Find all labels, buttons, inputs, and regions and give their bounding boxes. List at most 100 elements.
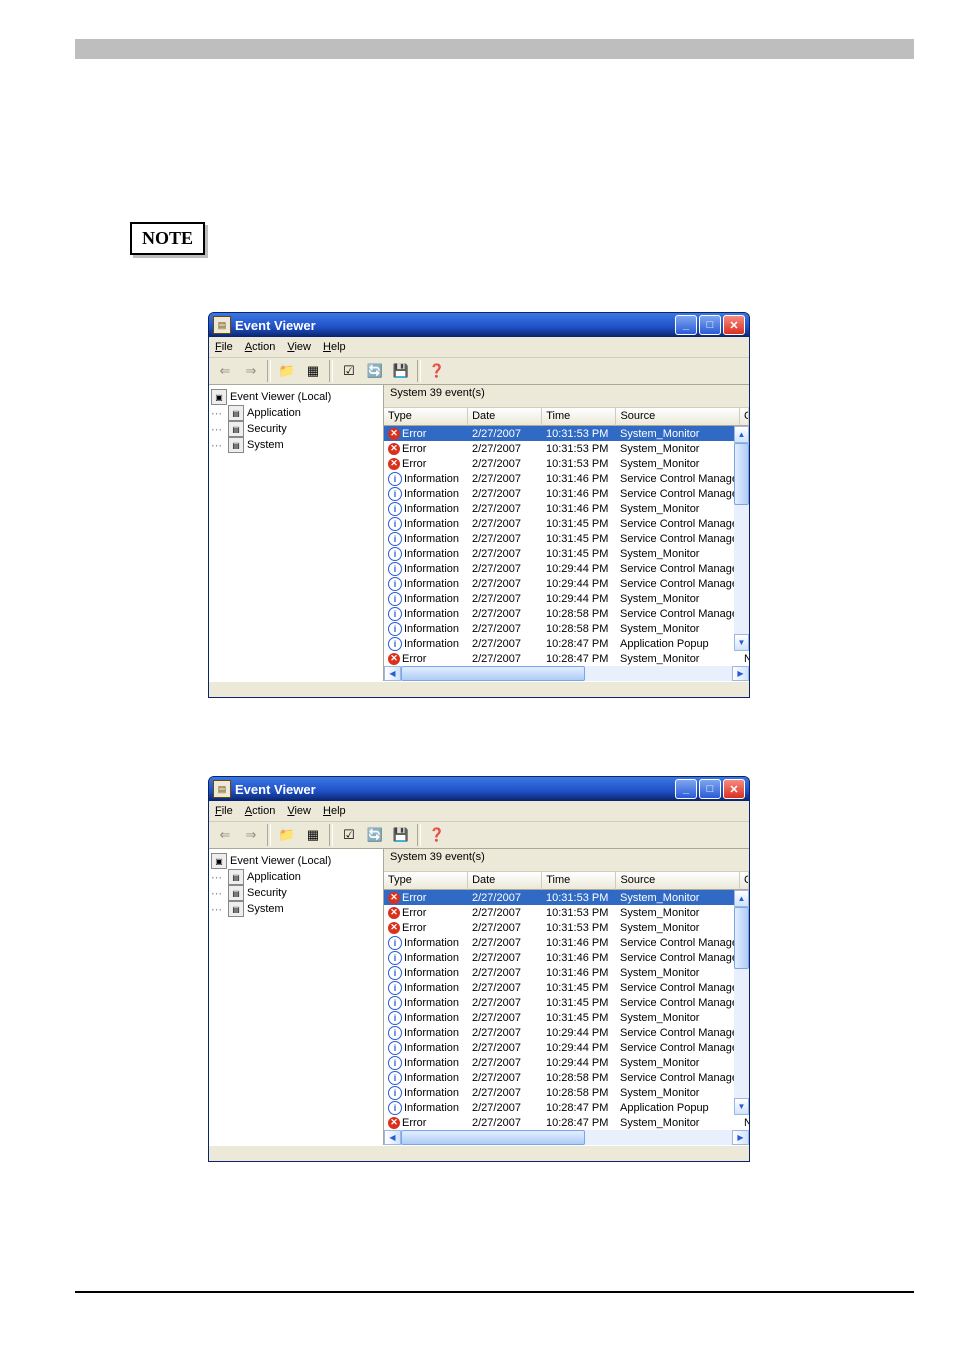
table-row[interactable]: iInformation2/27/200710:28:58 PMSystem_M… (384, 621, 749, 636)
scroll-thumb[interactable] (401, 1130, 585, 1145)
scroll-down-icon[interactable]: ▼ (734, 634, 749, 651)
table-row[interactable]: iInformation2/27/200710:31:46 PMSystem_M… (384, 501, 749, 516)
table-row[interactable]: iInformation2/27/200710:28:47 PMApplicat… (384, 1100, 749, 1115)
menu-view[interactable]: View (287, 805, 311, 817)
menu-file[interactable]: File (215, 805, 233, 817)
table-row[interactable]: iInformation2/27/200710:31:46 PMService … (384, 935, 749, 950)
minimize-button[interactable]: _ (675, 315, 697, 335)
menu-action[interactable]: Action (245, 341, 276, 353)
table-row[interactable]: iInformation2/27/200710:31:45 PMService … (384, 516, 749, 531)
col-source[interactable]: Source (616, 872, 740, 890)
help-icon[interactable]: ❓ (425, 359, 449, 383)
horizontal-scrollbar[interactable]: ◀ ▶ (384, 666, 749, 681)
vertical-scrollbar[interactable]: ▲ ▼ (734, 426, 749, 651)
cell-time: 10:29:44 PM (542, 1027, 616, 1039)
properties-icon[interactable]: ☑ (337, 823, 361, 847)
tree-item-security[interactable]: ⋯▤ Security (211, 885, 381, 901)
cell-time: 10:31:45 PM (542, 1012, 616, 1024)
help-icon[interactable]: ❓ (425, 823, 449, 847)
table-row[interactable]: iInformation2/27/200710:28:58 PMService … (384, 1070, 749, 1085)
col-time[interactable]: Time (542, 408, 616, 426)
horizontal-scrollbar[interactable]: ◀ ▶ (384, 1130, 749, 1145)
menu-help[interactable]: Help (323, 341, 346, 353)
table-row[interactable]: iInformation2/27/200710:31:45 PMService … (384, 995, 749, 1010)
refresh-icon[interactable]: 🔄 (363, 359, 387, 383)
scroll-thumb[interactable] (401, 666, 585, 681)
tree-root[interactable]: ▣ Event Viewer (Local) (211, 389, 381, 405)
table-row[interactable]: iInformation2/27/200710:31:46 PMSystem_M… (384, 965, 749, 980)
col-source[interactable]: Source (616, 408, 740, 426)
maximize-button[interactable]: □ (699, 779, 721, 799)
scroll-left-icon[interactable]: ◀ (384, 1130, 401, 1145)
scroll-right-icon[interactable]: ▶ (732, 1130, 749, 1145)
table-row[interactable]: iInformation2/27/200710:31:45 PMService … (384, 980, 749, 995)
table-row[interactable]: iInformation2/27/200710:29:44 PMService … (384, 561, 749, 576)
col-category[interactable]: Ca (740, 408, 749, 426)
tree-item-security[interactable]: ⋯▤ Security (211, 421, 381, 437)
list-icon[interactable]: ▦ (301, 359, 325, 383)
table-row[interactable]: iInformation2/27/200710:31:45 PMSystem_M… (384, 546, 749, 561)
scroll-up-icon[interactable]: ▲ (734, 426, 749, 443)
up-icon[interactable]: 📁 (275, 823, 299, 847)
col-date[interactable]: Date (468, 408, 542, 426)
up-icon[interactable]: 📁 (275, 359, 299, 383)
close-button[interactable]: ✕ (723, 315, 745, 335)
table-row[interactable]: iInformation2/27/200710:31:45 PMSystem_M… (384, 1010, 749, 1025)
table-row[interactable]: ✕Error2/27/200710:31:53 PMSystem_Monitor… (384, 426, 749, 441)
col-type[interactable]: Type (384, 872, 468, 890)
table-row[interactable]: ✕Error2/27/200710:31:53 PMSystem_Monitor… (384, 905, 749, 920)
tree-item-system[interactable]: ⋯▤ System (211, 437, 381, 453)
tree-item-application[interactable]: ⋯▤ Application (211, 869, 381, 885)
scroll-thumb[interactable] (734, 443, 749, 505)
maximize-button[interactable]: □ (699, 315, 721, 335)
tree-panel: ▣ Event Viewer (Local) ⋯▤ Application ⋯▤… (209, 849, 384, 1145)
menubar: File Action View Help (209, 337, 749, 358)
table-row[interactable]: ✕Error2/27/200710:28:47 PMSystem_Monitor… (384, 1115, 749, 1130)
col-date[interactable]: Date (468, 872, 542, 890)
close-button[interactable]: ✕ (723, 779, 745, 799)
menu-file[interactable]: File (215, 341, 233, 353)
properties-icon[interactable]: ☑ (337, 359, 361, 383)
export-icon[interactable]: 💾 (389, 359, 413, 383)
table-row[interactable]: ✕Error2/27/200710:31:53 PMSystem_Monitor… (384, 920, 749, 935)
table-row[interactable]: iInformation2/27/200710:29:44 PMService … (384, 1040, 749, 1055)
scroll-up-icon[interactable]: ▲ (734, 890, 749, 907)
table-row[interactable]: iInformation2/27/200710:31:46 PMService … (384, 950, 749, 965)
table-row[interactable]: ✕Error2/27/200710:31:53 PMSystem_Monitor… (384, 456, 749, 471)
table-row[interactable]: iInformation2/27/200710:31:46 PMService … (384, 486, 749, 501)
col-type[interactable]: Type (384, 408, 468, 426)
tree-item-application[interactable]: ⋯▤ Application (211, 405, 381, 421)
cell-type: Information (404, 1087, 459, 1099)
scroll-left-icon[interactable]: ◀ (384, 666, 401, 681)
table-row[interactable]: ✕Error2/27/200710:31:53 PMSystem_Monitor… (384, 441, 749, 456)
menu-help[interactable]: Help (323, 805, 346, 817)
table-row[interactable]: ✕Error2/27/200710:28:47 PMSystem_Monitor… (384, 651, 749, 666)
table-row[interactable]: iInformation2/27/200710:28:58 PMSystem_M… (384, 1085, 749, 1100)
table-row[interactable]: iInformation2/27/200710:29:44 PMSystem_M… (384, 591, 749, 606)
table-row[interactable]: iInformation2/27/200710:29:44 PMService … (384, 576, 749, 591)
titlebar[interactable]: ▤ Event Viewer _ □ ✕ (209, 777, 749, 801)
list-icon[interactable]: ▦ (301, 823, 325, 847)
tree-root[interactable]: ▣ Event Viewer (Local) (211, 853, 381, 869)
col-time[interactable]: Time (542, 872, 616, 890)
menu-action[interactable]: Action (245, 805, 276, 817)
table-row[interactable]: iInformation2/27/200710:31:46 PMService … (384, 471, 749, 486)
table-row[interactable]: iInformation2/27/200710:31:45 PMService … (384, 531, 749, 546)
titlebar[interactable]: ▤ Event Viewer _ □ ✕ (209, 313, 749, 337)
export-icon[interactable]: 💾 (389, 823, 413, 847)
table-row[interactable]: iInformation2/27/200710:28:47 PMApplicat… (384, 636, 749, 651)
table-row[interactable]: ✕Error2/27/200710:31:53 PMSystem_Monitor… (384, 890, 749, 905)
cell-time: 10:28:47 PM (542, 638, 616, 650)
scroll-thumb[interactable] (734, 907, 749, 969)
menu-view[interactable]: View (287, 341, 311, 353)
table-row[interactable]: iInformation2/27/200710:29:44 PMService … (384, 1025, 749, 1040)
scroll-right-icon[interactable]: ▶ (732, 666, 749, 681)
minimize-button[interactable]: _ (675, 779, 697, 799)
scroll-down-icon[interactable]: ▼ (734, 1098, 749, 1115)
table-row[interactable]: iInformation2/27/200710:29:44 PMSystem_M… (384, 1055, 749, 1070)
vertical-scrollbar[interactable]: ▲ ▼ (734, 890, 749, 1115)
refresh-icon[interactable]: 🔄 (363, 823, 387, 847)
tree-item-system[interactable]: ⋯▤ System (211, 901, 381, 917)
col-category[interactable]: Ca (740, 872, 749, 890)
table-row[interactable]: iInformation2/27/200710:28:58 PMService … (384, 606, 749, 621)
